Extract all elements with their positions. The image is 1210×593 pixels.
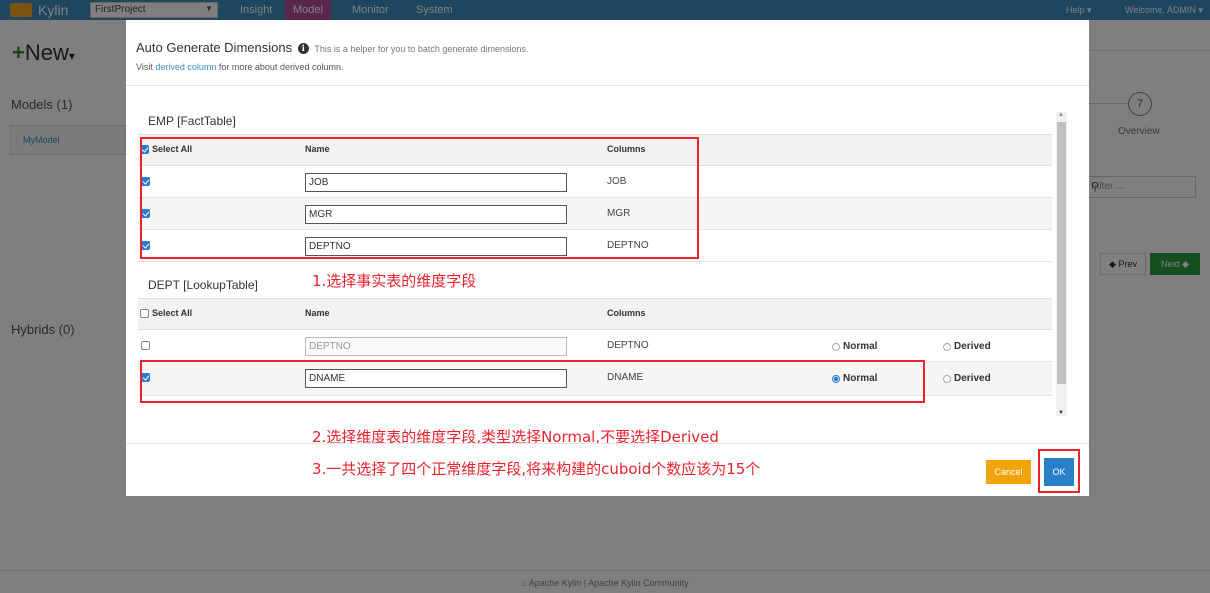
scroll-down-icon[interactable]: ▼ [1058,410,1064,416]
row-checkbox[interactable] [141,209,150,218]
column-value: DEPTNO [607,240,649,251]
annotation-step1: 1.选择事实表的维度字段 [312,272,477,290]
annotation-step3: 3.一共选择了四个正常维度字段,将来构建的cuboid个数应该为15个 [312,460,761,478]
radio-label: Derived [954,373,991,384]
lookup-select-all[interactable]: Select All [140,308,192,318]
ok-button[interactable]: OK [1044,458,1074,486]
row-checkbox[interactable] [141,241,150,250]
auto-generate-dimensions-modal: Auto Generate Dimensions i This is a hel… [126,20,1089,496]
derived-column-link[interactable]: derived column [155,62,216,72]
row-checkbox[interactable] [141,341,150,350]
derived-radio[interactable]: Derived [943,373,991,384]
fact-table-title: EMP [FactTable] [148,114,236,128]
modal-title-text: Auto Generate Dimensions [136,40,293,55]
select-all-label: Select All [152,308,193,318]
radio-label: Derived [954,341,991,352]
dimension-name-input[interactable] [305,205,567,224]
col-columns-header: Columns [607,144,646,154]
row-checkbox[interactable] [141,177,150,186]
column-value: MGR [607,208,631,219]
cancel-button[interactable]: Cancel [986,460,1031,484]
modal-title: Auto Generate Dimensions i This is a hel… [136,40,528,55]
modal-subtitle: This is a helper for you to batch genera… [314,44,529,54]
visit-suffix: for more about derived column. [218,62,344,72]
column-value: DNAME [607,372,644,383]
modal-header: Auto Generate Dimensions i This is a hel… [126,20,1089,86]
fact-select-all-checkbox[interactable] [140,144,149,154]
dimension-name-input[interactable] [305,173,567,192]
scroll-up-icon[interactable]: ▲ [1058,112,1064,118]
radio-dot [943,342,951,351]
scrollbar-thumb[interactable] [1057,122,1066,384]
col-columns-header: Columns [607,308,646,318]
dimension-name-input[interactable] [305,337,567,356]
table-row: DNAME Normal Derived [138,362,1052,396]
dimension-name-input[interactable] [305,237,567,256]
lookup-table-title: DEPT [LookupTable] [148,278,258,292]
modal-scrollbar[interactable]: ▲ ▼ [1056,112,1067,416]
normal-radio[interactable]: Normal [832,341,877,352]
select-all-label: Select All [152,144,193,154]
radio-dot [943,374,951,383]
visit-prefix: Visit [136,62,153,72]
modal-footer: 3.一共选择了四个正常维度字段,将来构建的cuboid个数应该为15个 Canc… [126,443,1089,496]
table-row: JOB [138,166,1052,198]
modal-body: EMP [FactTable] Select All Name Columns … [126,87,1089,443]
radio-dot-selected [832,374,840,383]
row-checkbox[interactable] [141,373,150,382]
dimension-name-input[interactable] [305,369,567,388]
fact-select-all[interactable]: Select All [140,144,192,154]
lookup-select-all-checkbox[interactable] [140,308,149,318]
radio-label: Normal [843,341,878,352]
radio-label: Normal [843,373,878,384]
radio-dot [832,342,840,351]
normal-radio[interactable]: Normal [832,373,877,384]
lookup-table-header: Select All Name Columns [138,298,1052,330]
column-value: JOB [607,176,627,187]
table-row: DEPTNO Normal Derived [138,330,1052,362]
info-icon: i [297,43,309,54]
table-row: MGR [138,198,1052,230]
modal-help-text: Visit derived column for more about deri… [136,62,343,72]
table-row: DEPTNO [138,230,1052,262]
col-name-header: Name [305,308,330,318]
col-name-header: Name [305,144,330,154]
derived-radio[interactable]: Derived [943,341,991,352]
fact-table-header: Select All Name Columns [138,134,1052,166]
column-value: DEPTNO [607,340,649,351]
